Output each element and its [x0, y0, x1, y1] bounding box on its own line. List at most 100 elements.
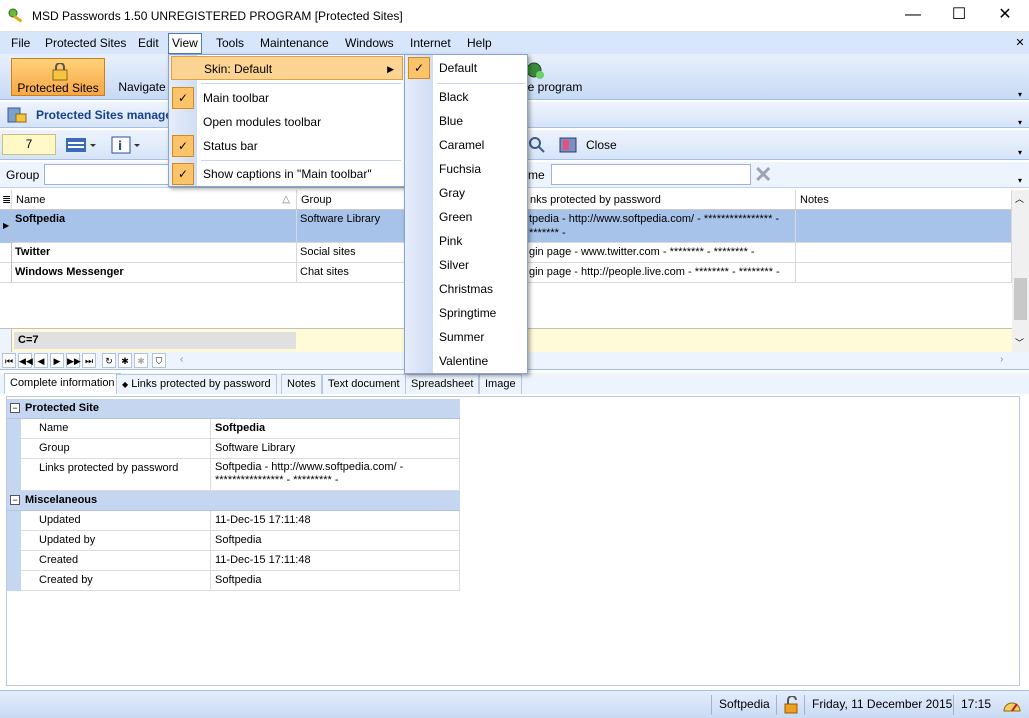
- nav-refresh-icon[interactable]: ↻: [102, 353, 116, 368]
- tab-text-document[interactable]: Text document: [322, 374, 406, 394]
- nav-delete-icon[interactable]: ✱: [134, 353, 148, 368]
- hscroll-right-icon[interactable]: ›: [1000, 354, 1003, 365]
- grid-column-chooser-icon[interactable]: ≣: [0, 190, 12, 210]
- menu-protected-sites[interactable]: Protected Sites: [42, 35, 129, 52]
- skin-item-summer[interactable]: Summer: [407, 325, 525, 349]
- skin-label: Christmas: [439, 282, 494, 296]
- tab-complete-information[interactable]: Complete information: [4, 373, 121, 394]
- toolbar2-options-icon[interactable]: ▾: [1018, 148, 1022, 157]
- property-row[interactable]: Name Softpedia: [7, 419, 460, 439]
- property-row[interactable]: Links protected by password Softpedia - …: [7, 459, 460, 491]
- nav-first-icon[interactable]: ⏮: [2, 353, 16, 368]
- skin-label: Valentine: [439, 354, 489, 368]
- skin-item-silver[interactable]: Silver: [407, 253, 525, 277]
- row-pointer-icon: ▶: [3, 221, 10, 230]
- close-program-button[interactable]: e program: [520, 58, 590, 96]
- row-stripe: [7, 419, 21, 439]
- info-button[interactable]: i: [110, 135, 146, 155]
- row-indicator: [0, 243, 12, 263]
- status-time: 17:15: [961, 697, 992, 711]
- clear-filter-icon[interactable]: ✕: [754, 164, 772, 186]
- nav-last-icon[interactable]: ⏭: [82, 353, 96, 368]
- skin-item-caramel[interactable]: Caramel: [407, 133, 525, 157]
- scroll-up-icon[interactable]: ︿: [1015, 192, 1024, 205]
- nav-prev-icon[interactable]: ◀: [34, 353, 48, 368]
- menu-internet[interactable]: Internet: [407, 35, 454, 52]
- grid-vertical-scrollbar[interactable]: ︿ ﹀: [1012, 190, 1029, 352]
- skin-label: Springtime: [439, 306, 497, 320]
- property-row[interactable]: Updated by Softpedia: [7, 531, 460, 551]
- minimize-button[interactable]: —: [890, 0, 936, 30]
- category-protected-site[interactable]: − Protected Site: [7, 399, 460, 419]
- skin-item-fuchsia[interactable]: Fuchsia: [407, 157, 525, 181]
- tab-notes[interactable]: Notes: [281, 374, 322, 394]
- menu-item-status-bar[interactable]: ✓ Status bar: [171, 134, 403, 158]
- nav-prev-page-icon[interactable]: ◀◀: [18, 353, 33, 368]
- filter-options-icon[interactable]: ▾: [1018, 176, 1022, 185]
- cell-name: Windows Messenger: [12, 263, 297, 283]
- close-window-button[interactable]: ✕: [982, 0, 1028, 30]
- menu-edit[interactable]: Edit: [135, 35, 162, 52]
- menu-windows[interactable]: Windows: [342, 35, 397, 52]
- skin-item-pink[interactable]: Pink: [407, 229, 525, 253]
- menu-maintenance[interactable]: Maintenance: [257, 35, 332, 52]
- property-row[interactable]: Created by Softpedia: [7, 571, 460, 591]
- cell-links-line2: ******* -: [529, 227, 566, 239]
- protected-sites-button[interactable]: Protected Sites: [11, 58, 105, 96]
- exit-door-icon: [559, 137, 577, 153]
- skin-item-gray[interactable]: Gray: [407, 181, 525, 205]
- menu-item-main-toolbar[interactable]: ✓ Main toolbar: [171, 86, 403, 110]
- menu-file[interactable]: File: [8, 35, 33, 52]
- nav-filter-icon[interactable]: ⛉: [152, 353, 166, 368]
- status-user: Softpedia: [719, 697, 770, 711]
- property-row[interactable]: Group Software Library: [7, 439, 460, 459]
- tab-links-label: Links protected by password: [131, 378, 271, 390]
- navigate-button[interactable]: Navigate: [112, 58, 172, 96]
- menu-tools[interactable]: Tools: [213, 35, 247, 52]
- nav-next-page-icon[interactable]: ▶▶: [66, 353, 81, 368]
- mdi-close-icon[interactable]: ✕: [1014, 35, 1026, 51]
- tab-links-protected[interactable]: ◆ Links protected by password: [116, 374, 277, 394]
- hscroll-left-icon[interactable]: ‹: [180, 354, 183, 365]
- scroll-down-icon[interactable]: ﹀: [1015, 336, 1024, 349]
- nav-next-icon[interactable]: ▶: [50, 353, 64, 368]
- collapse-icon[interactable]: −: [10, 495, 20, 505]
- property-row[interactable]: Created 11-Dec-15 17:11:48: [7, 551, 460, 571]
- skin-item-christmas[interactable]: Christmas: [407, 277, 525, 301]
- menu-item-open-modules-toolbar[interactable]: Open modules toolbar: [171, 110, 403, 134]
- view-mode-button[interactable]: [64, 135, 100, 155]
- column-header-name[interactable]: Name △: [12, 190, 297, 210]
- property-row[interactable]: Updated 11-Dec-15 17:11:48: [7, 511, 460, 531]
- detail-tabs: Complete information ◆ Links protected b…: [0, 373, 1029, 394]
- name-filter-input[interactable]: [551, 164, 751, 185]
- menu-item-show-captions[interactable]: ✓ Show captions in "Main toolbar": [171, 162, 403, 186]
- property-grid: − Protected Site Name Softpedia Group So…: [6, 396, 1020, 686]
- column-header-links[interactable]: nks protected by password: [526, 190, 796, 210]
- search-icon[interactable]: [528, 136, 546, 154]
- property-name: Links protected by password: [21, 459, 211, 491]
- skin-item-springtime[interactable]: Springtime: [407, 301, 525, 325]
- maximize-button[interactable]: ☐: [936, 0, 982, 30]
- panel-options-icon[interactable]: ▾: [1018, 118, 1022, 127]
- group-filter-input[interactable]: [44, 164, 172, 185]
- skin-item-default[interactable]: ✓ Default: [407, 56, 525, 80]
- menu-help[interactable]: Help: [464, 35, 495, 52]
- skin-item-green[interactable]: Green: [407, 205, 525, 229]
- speedometer-icon[interactable]: [1002, 697, 1022, 713]
- menu-view[interactable]: View: [168, 33, 202, 54]
- skin-item-black[interactable]: Black: [407, 85, 525, 109]
- nav-insert-icon[interactable]: ✱: [118, 353, 132, 368]
- column-header-notes[interactable]: Notes: [796, 190, 1012, 210]
- category-miscelaneous[interactable]: − Miscelaneous: [7, 491, 460, 511]
- tab-spreadsheet[interactable]: Spreadsheet: [405, 374, 480, 394]
- toolbar-options-icon[interactable]: ▾: [1018, 90, 1022, 99]
- skin-item-blue[interactable]: Blue: [407, 109, 525, 133]
- tab-image[interactable]: Image: [479, 374, 522, 394]
- submenu-arrow-icon: ▶: [387, 64, 394, 74]
- scroll-thumb[interactable]: [1014, 278, 1027, 320]
- unlock-icon[interactable]: [782, 696, 800, 714]
- menu-item-skin[interactable]: Skin: Default ▶: [171, 56, 403, 80]
- skin-item-valentine[interactable]: Valentine: [407, 349, 525, 373]
- collapse-icon[interactable]: −: [10, 403, 20, 413]
- property-value: Software Library: [211, 439, 460, 459]
